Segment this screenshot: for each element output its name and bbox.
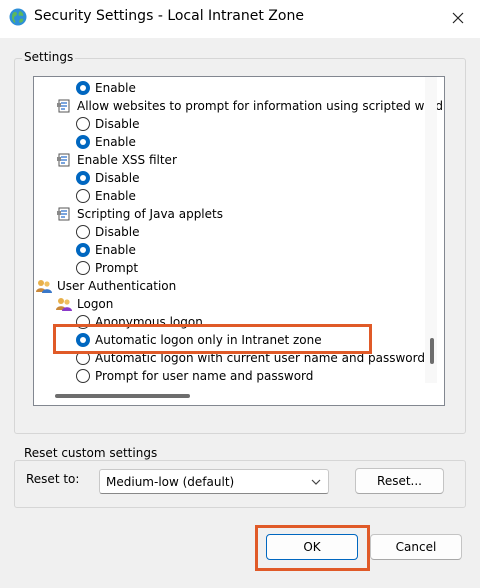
chevron-down-icon [311,479,321,485]
radio-button[interactable] [76,117,90,131]
tree-category-user-authentication[interactable]: User Authentication [36,277,176,295]
tree-item-label: Scripting of Java applets [77,207,223,221]
tree-item-label: Allow websites to prompt for information… [77,99,443,113]
tree-item-label: Prompt [95,261,139,275]
tree-item-label: Enable [95,81,136,95]
settings-group-label: Settings [22,50,76,64]
reset-to-select[interactable]: Medium-low (default) [99,469,329,494]
tree-setting-scripted-windows[interactable]: Allow websites to prompt for information… [56,97,443,115]
reset-to-label: Reset to: [26,472,80,486]
radio-button[interactable] [76,171,90,185]
highlight-box-ok [255,525,370,571]
horizontal-scroll-thumb[interactable] [55,394,190,398]
tree-radio-enable[interactable]: Enable [76,133,136,151]
reset-to-value: Medium-low (default) [106,474,235,489]
tree-item-label: Disable [95,171,140,185]
radio-button[interactable] [76,225,90,239]
close-icon [452,12,464,24]
tree-radio-disable[interactable]: Disable [76,115,140,133]
reset-group-label: Reset custom settings [22,446,160,460]
tree-item-label: Enable [95,135,136,149]
tree-setting-xss-filter[interactable]: Enable XSS filter [56,151,177,169]
vertical-scroll-thumb[interactable] [430,338,434,364]
tree-setting-logon[interactable]: Logon [56,295,113,313]
tree-item-label: Disable [95,225,140,239]
tree-item-label: Disable [95,117,140,131]
setting-icon [56,152,72,168]
title-bar: Security Settings - Local Intranet Zone [0,0,480,38]
radio-button[interactable] [76,261,90,275]
window-title: Security Settings - Local Intranet Zone [34,8,304,24]
setting-icon [56,206,72,222]
tree-radio-prompt[interactable]: Prompt [76,259,138,277]
highlight-box [53,324,372,354]
radio-button[interactable] [76,81,90,95]
users-icon [36,278,52,294]
tree-setting-java-applets[interactable]: Scripting of Java applets [56,205,223,223]
globe-icon [8,7,28,27]
radio-button[interactable] [76,243,90,257]
tree-radio-disable[interactable]: Disable [76,223,140,241]
close-button[interactable] [436,0,480,36]
tree-item-label: Prompt for user name and password [95,369,314,383]
settings-tree[interactable]: Enable Allow websites to prompt for info… [33,76,445,406]
radio-button[interactable] [76,369,90,383]
tree-radio-prompt-credentials[interactable]: Prompt for user name and password [76,367,313,385]
tree-radio-enable[interactable]: Enable [76,187,136,205]
tree-item-label: Logon [77,297,114,311]
tree-item-label: User Authentication [57,279,177,293]
tree-radio-enable[interactable]: Enable [76,79,136,97]
tree-radio-enable[interactable]: Enable [76,241,136,259]
tree-item-label: Enable XSS filter [77,153,177,167]
cancel-button[interactable]: Cancel [370,534,462,560]
radio-button[interactable] [76,189,90,203]
reset-button[interactable]: Reset... [355,468,444,494]
tree-radio-disable[interactable]: Disable [76,169,140,187]
tree-item-label: Enable [95,243,136,257]
users-icon [56,296,72,312]
tree-item-label: Enable [95,189,136,203]
setting-icon [56,98,72,114]
radio-button[interactable] [76,135,90,149]
